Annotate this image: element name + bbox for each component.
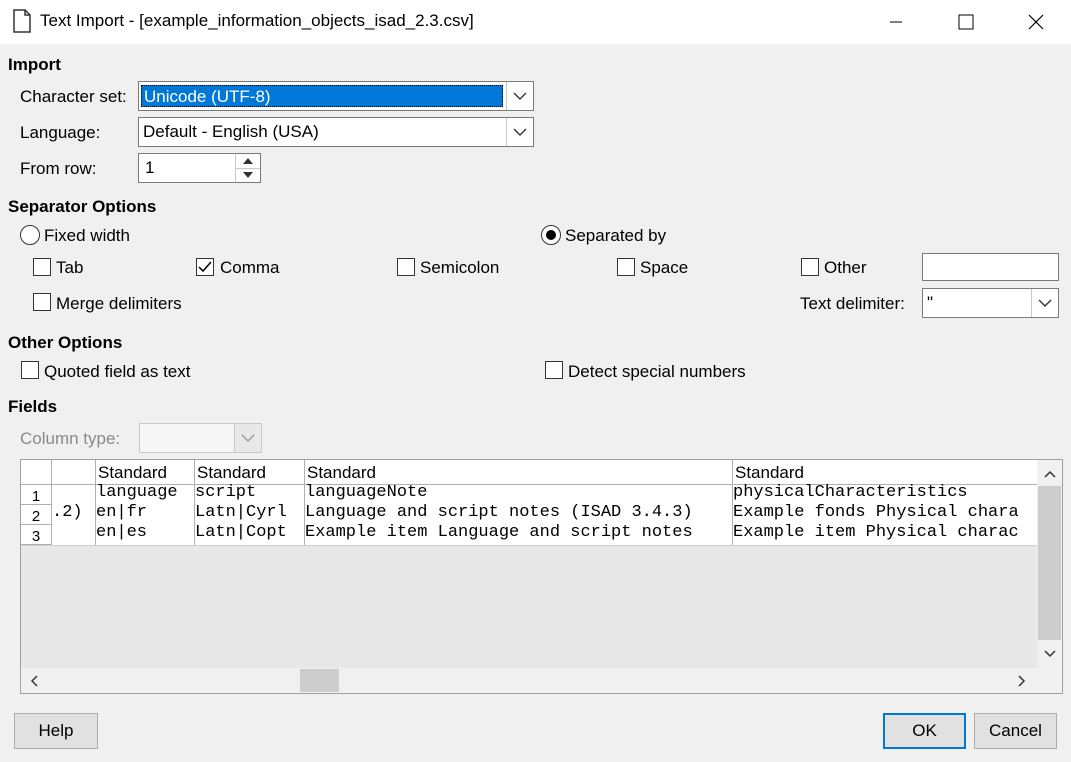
language-select[interactable]: Default - English (USA) (138, 117, 534, 147)
table-cell: script (195, 483, 257, 502)
charset-label: Character set: (20, 87, 127, 106)
charset-value: Unicode (UTF-8) (141, 85, 503, 107)
column-header[interactable]: Standard (733, 460, 1037, 485)
column-type-select[interactable] (139, 423, 262, 453)
table-cell: en|es (96, 523, 148, 542)
column-header[interactable]: Standard (96, 460, 195, 485)
semicolon-label: Semicolon (420, 258, 500, 277)
merge-delimiters-label: Merge delimiters (56, 294, 182, 313)
quoted-field-label: Quoted field as text (44, 362, 191, 381)
table-cell: .2) (52, 503, 83, 522)
chevron-down-icon (506, 118, 533, 146)
row-number: 2 (21, 505, 52, 525)
corner-cell (21, 460, 52, 485)
comma-checkbox[interactable] (196, 258, 214, 276)
detect-numbers-checkbox[interactable] (545, 361, 563, 379)
fixed-width-label: Fixed width (44, 226, 130, 245)
table-cell: en|fr (96, 503, 148, 522)
text-delimiter-label: Text delimiter: (800, 294, 905, 313)
window-title: Text Import - [example_information_objec… (40, 11, 474, 30)
row-number: 1 (21, 485, 52, 505)
radio-selected-icon (546, 230, 556, 240)
column-type-label: Column type: (20, 429, 121, 448)
stepper-down-icon[interactable] (235, 168, 260, 182)
other-checkbox[interactable] (801, 258, 819, 276)
separated-by-label: Separated by (565, 226, 667, 245)
help-button[interactable]: Help (14, 713, 98, 749)
other-options-section-title: Other Options (8, 333, 123, 352)
minimize-button[interactable] (861, 0, 931, 44)
table-cell: Example fonds Physical chara (733, 503, 1019, 522)
text-delimiter-value: " (927, 293, 934, 312)
scroll-left-icon[interactable] (23, 668, 45, 693)
language-value: Default - English (USA) (143, 122, 319, 141)
maximize-button[interactable] (931, 0, 1001, 44)
table-cell: language (96, 483, 178, 502)
space-checkbox[interactable] (617, 258, 635, 276)
vertical-scroll-thumb[interactable] (1038, 486, 1061, 640)
other-value (925, 257, 929, 279)
fixed-width-radio[interactable] (20, 225, 40, 245)
chevron-down-icon (1031, 289, 1058, 317)
charset-select[interactable]: Unicode (UTF-8) (138, 81, 534, 111)
merge-delimiters-checkbox[interactable] (33, 293, 51, 311)
fields-section-title: Fields (8, 397, 58, 416)
table-cell: languageNote (305, 483, 428, 502)
separator-section-title: Separator Options (8, 197, 157, 216)
from-row-value: 1 (145, 158, 155, 177)
from-row-label: From row: (20, 159, 97, 178)
vertical-scrollbar[interactable] (1037, 460, 1062, 668)
scroll-down-icon[interactable] (1037, 644, 1062, 664)
other-label: Other (824, 258, 867, 277)
comma-label: Comma (220, 258, 280, 277)
maximize-icon (958, 14, 974, 30)
quoted-field-checkbox[interactable] (21, 361, 39, 379)
semicolon-checkbox[interactable] (397, 258, 415, 276)
horizontal-scroll-thumb[interactable] (300, 669, 339, 692)
table-cell: Latn|Copt (195, 523, 287, 542)
cancel-button[interactable]: Cancel (974, 713, 1057, 749)
minimize-icon (890, 21, 902, 23)
separated-by-radio[interactable] (541, 225, 561, 245)
table-cell: physicalCharacteristics (733, 483, 968, 502)
column-header[interactable]: Standard (305, 460, 733, 485)
fields-preview-grid[interactable]: Standard Standard Standard Standard 1 2 … (20, 459, 1063, 694)
table-cell (54, 523, 94, 543)
detect-numbers-label: Detect special numbers (568, 362, 746, 381)
ok-button[interactable]: OK (883, 713, 966, 749)
close-icon (1028, 14, 1044, 30)
checkmark-icon (198, 261, 212, 273)
from-row-stepper[interactable]: 1 (138, 153, 261, 183)
table-cell: Example item Physical charac (733, 523, 1019, 542)
horizontal-scrollbar[interactable] (21, 668, 1062, 693)
scroll-up-icon[interactable] (1037, 464, 1062, 484)
table-cell: Latn|Cyrl (195, 503, 287, 522)
tab-label: Tab (56, 258, 84, 277)
tab-checkbox[interactable] (33, 258, 51, 276)
text-delimiter-select[interactable]: " (922, 288, 1059, 318)
other-input[interactable] (922, 253, 1059, 281)
import-section-title: Import (8, 55, 61, 74)
column-header-partial (52, 460, 96, 485)
close-button[interactable] (1001, 0, 1071, 44)
table-cell (54, 483, 94, 503)
stepper-up-icon[interactable] (235, 154, 260, 169)
row-number: 3 (21, 525, 52, 545)
table-cell: Language and script notes (ISAD 3.4.3) (305, 503, 693, 522)
scroll-right-icon[interactable] (1011, 668, 1033, 693)
language-label: Language: (20, 123, 101, 142)
document-icon (13, 9, 31, 33)
column-header[interactable]: Standard (195, 460, 305, 485)
table-cell: Example item Language and script notes (305, 523, 693, 542)
chevron-down-icon (506, 82, 533, 110)
space-label: Space (640, 258, 689, 277)
chevron-down-icon (234, 424, 261, 452)
